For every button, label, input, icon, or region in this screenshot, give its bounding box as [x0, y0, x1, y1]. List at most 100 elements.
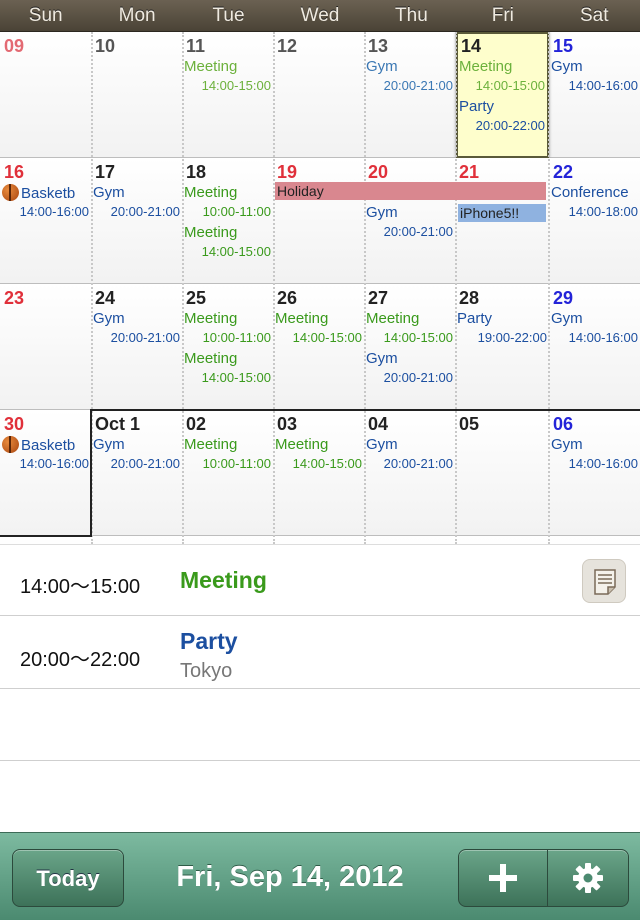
memo-icon	[594, 569, 616, 595]
event-time: 14:00-15:00	[475, 78, 545, 93]
event-title: Party	[459, 98, 495, 115]
column-divider	[548, 32, 550, 544]
event-time: 20:00-21:00	[383, 224, 453, 239]
event-title: Party	[457, 310, 493, 327]
day-cell-18[interactable]: 18 Meeting 10:00-11:00 Meeting 14:00-15:…	[182, 158, 273, 284]
day-number: 12	[277, 36, 298, 56]
day-cell-09[interactable]: 09	[0, 32, 91, 158]
day-number: 28	[459, 288, 480, 308]
event-title: Gym	[366, 58, 398, 75]
day-cell-19[interactable]: 19	[273, 158, 364, 284]
memo-button[interactable]	[582, 559, 626, 603]
week-row: 09 10 11 Meeting 14:00-15:00 12 13 Gym 2…	[0, 32, 640, 158]
day-number: 19	[277, 162, 298, 182]
event-title: Gym	[551, 436, 583, 453]
event-title: Meeting	[366, 310, 420, 327]
holiday-event-bar[interactable]: Holiday	[275, 182, 546, 200]
day-cell-13[interactable]: 13 Gym 20:00-21:00	[364, 32, 455, 158]
day-cell-15[interactable]: 15 Gym 14:00-16:00	[549, 32, 640, 158]
day-cell-06[interactable]: 06 Gym 14:00-16:00	[549, 410, 640, 536]
day-cell-03[interactable]: 03 Meeting 14:00-15:00	[273, 410, 364, 536]
day-number: 29	[553, 288, 574, 308]
day-number: 16	[4, 162, 25, 182]
event-time: 20:00-21:00	[110, 204, 180, 219]
settings-button[interactable]	[547, 849, 629, 907]
day-number: 13	[368, 36, 389, 56]
column-divider	[182, 32, 184, 544]
event-title: Basketb	[21, 185, 76, 202]
month-grid[interactable]: 09 10 11 Meeting 14:00-15:00 12 13 Gym 2…	[0, 32, 640, 544]
day-cell-05[interactable]: 05	[455, 410, 549, 536]
event-row[interactable]: 20:00～22:00 Party Tokyo	[0, 616, 640, 689]
column-divider	[455, 32, 457, 544]
day-number: 05	[459, 414, 480, 434]
event-title: Gym	[366, 350, 398, 367]
plus-icon	[489, 864, 517, 892]
event-title-with-icon: Basketb	[2, 436, 75, 454]
event-time: 14:00-16:00	[568, 330, 638, 345]
day-number: 24	[95, 288, 116, 308]
event-title: Gym	[366, 436, 398, 453]
column-divider	[364, 32, 366, 544]
day-number: 17	[95, 162, 116, 182]
weekday-wed: Wed	[300, 5, 340, 26]
event-title: Meeting	[184, 58, 238, 75]
event-title: Gym	[93, 436, 125, 453]
event-title-with-icon: Basketb	[2, 184, 75, 202]
day-cell-oct-1[interactable]: Oct 1 Gym 20:00-21:00	[91, 410, 182, 536]
event-row-location: Tokyo	[180, 660, 233, 682]
day-cell-30[interactable]: 30 Basketb 14:00-16:00	[0, 410, 91, 536]
day-event-list: 14:00～15:00 Meeting 20:00～22:00 Party To…	[0, 544, 640, 832]
day-number: 09	[4, 36, 25, 56]
day-cell-14-selected[interactable]: 14 Meeting 14:00-15:00 Party 20:00-22:00	[456, 32, 549, 158]
day-cell-16[interactable]: 16 Basketb 14:00-16:00	[0, 158, 91, 284]
day-number: 02	[186, 414, 207, 434]
event-time: 14:00-16:00	[19, 456, 89, 471]
add-event-button[interactable]	[458, 849, 548, 907]
day-cell-17[interactable]: 17 Gym 20:00-21:00	[91, 158, 182, 284]
event-time: 14:00-15:00	[201, 244, 271, 259]
day-cell-29[interactable]: 29 Gym 14:00-16:00	[549, 284, 640, 410]
gear-icon	[573, 863, 603, 893]
day-cell-23[interactable]: 23	[0, 284, 91, 410]
day-cell-02[interactable]: 02 Meeting 10:00-11:00	[182, 410, 273, 536]
day-number: 25	[186, 288, 207, 308]
event-title: Basketb	[21, 437, 76, 454]
event-title: Gym	[93, 310, 125, 327]
event-row[interactable]: 14:00～15:00 Meeting	[0, 545, 640, 616]
event-time: 14:00-15:00	[292, 330, 362, 345]
day-cell-12[interactable]: 12	[273, 32, 364, 158]
day-number: 14	[461, 36, 482, 56]
event-time: 14:00-16:00	[19, 204, 89, 219]
day-cell-11[interactable]: 11 Meeting 14:00-15:00	[182, 32, 273, 158]
event-time: 20:00-22:00	[475, 118, 545, 133]
event-time: 14:00-15:00	[201, 370, 271, 385]
event-time: 10:00-11:00	[202, 456, 271, 471]
event-title: Meeting	[459, 58, 513, 75]
day-number: 23	[4, 288, 25, 308]
event-title: Meeting	[184, 350, 238, 367]
day-cell-26[interactable]: 26 Meeting 14:00-15:00	[273, 284, 364, 410]
day-cell-27[interactable]: 27 Meeting 14:00-15:00 Gym 20:00-21:00	[364, 284, 455, 410]
day-cell-04[interactable]: 04 Gym 20:00-21:00	[364, 410, 455, 536]
empty-row	[0, 689, 640, 761]
day-cell-24[interactable]: 24 Gym 20:00-21:00	[91, 284, 182, 410]
day-cell-10[interactable]: 10	[91, 32, 182, 158]
day-number: 21	[459, 162, 480, 182]
event-time: 20:00-21:00	[383, 78, 453, 93]
event-title: Meeting	[184, 224, 238, 241]
day-number: 15	[553, 36, 574, 56]
weekday-header: Sun Mon Tue Wed Thu Fri Sat	[0, 0, 640, 32]
today-button[interactable]: Today	[12, 849, 124, 907]
banner-event-bar[interactable]: iPhone5!!	[458, 204, 546, 222]
event-time: 14:00-16:00	[568, 78, 638, 93]
day-cell-28[interactable]: 28 Party 19:00-22:00	[455, 284, 549, 410]
day-cell-25[interactable]: 25 Meeting 10:00-11:00 Meeting 14:00-15:…	[182, 284, 273, 410]
event-time: 14:00-15:00	[383, 330, 453, 345]
day-cell-22[interactable]: 22 Conference 14:00-18:00	[549, 158, 640, 284]
event-title: Meeting	[275, 436, 329, 453]
event-title: Gym	[551, 310, 583, 327]
day-cell-20[interactable]: 20 Gym 20:00-21:00	[364, 158, 455, 284]
basketball-icon	[2, 184, 19, 201]
event-time: 14:00-15:00	[292, 456, 362, 471]
